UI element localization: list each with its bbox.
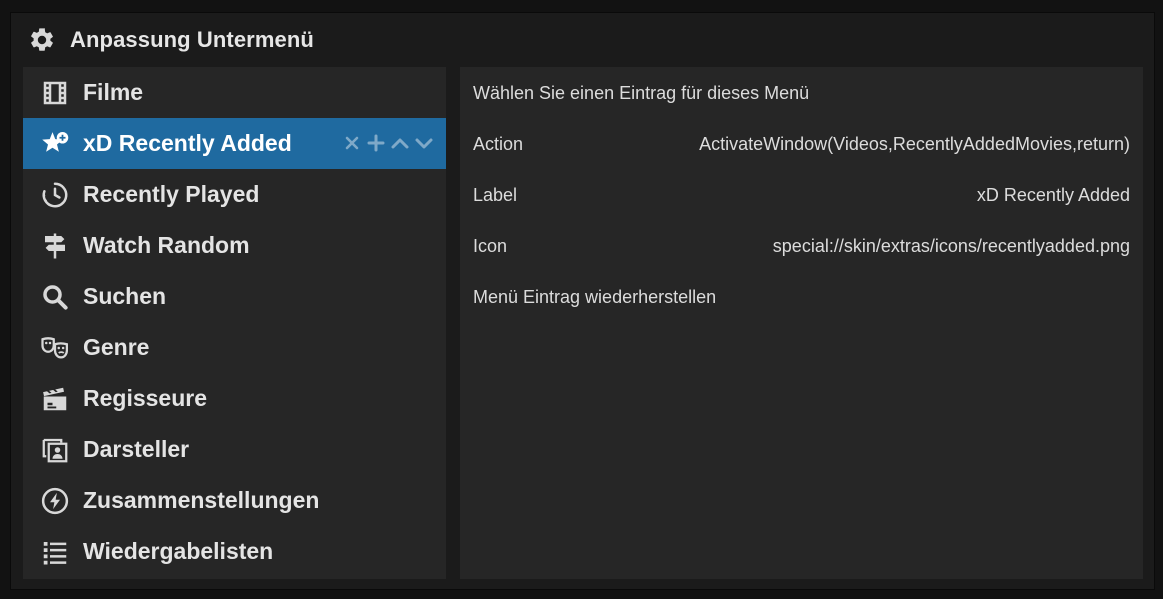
action-label: Action [473, 134, 524, 154]
submenu-dialog: Anpassung Untermenü Filme xD Recently Ad… [10, 12, 1155, 590]
menu-item-regisseure[interactable]: Regisseure [23, 373, 446, 424]
search-icon [43, 285, 68, 310]
menu-item-label: Genre [83, 334, 150, 360]
menu-item-label: Wiedergabelisten [83, 538, 274, 564]
portrait-icon [42, 438, 68, 463]
film-icon [43, 81, 67, 105]
menu-item-recently-played[interactable]: Recently Played [23, 169, 446, 220]
star-plus-icon [42, 132, 69, 152]
menu-item-label: Regisseure [83, 385, 208, 411]
menu-item-label: Recently Played [83, 181, 260, 207]
menu-item-label: Suchen [83, 283, 167, 309]
icon-row[interactable]: Icon special://skin/extras/icons/recentl… [473, 220, 1130, 271]
menu-item-genre[interactable]: Genre [23, 322, 446, 373]
menu-item-label: xD Recently Added [83, 130, 292, 156]
menu-item-filme[interactable]: Filme [23, 67, 446, 118]
label-label: Label [473, 185, 518, 205]
select-entry-label: Wählen Sie einen Eintrag für dieses Menü [473, 83, 810, 103]
list-icon [43, 542, 67, 565]
menu-item-darsteller[interactable]: Darsteller [23, 424, 446, 475]
menu-list: Filme xD Recently Added Recently Played … [23, 67, 446, 579]
menu-item-watch-random[interactable]: Watch Random [23, 220, 446, 271]
restore-entry-button[interactable]: Menü Eintrag wiederherstellen [473, 271, 1130, 322]
menu-item-label: Filme [83, 79, 144, 105]
item-actions [342, 131, 434, 155]
theater-masks-icon [41, 337, 68, 359]
clapperboard-icon [43, 387, 67, 411]
action-value: ActivateWindow(Videos,RecentlyAddedMovie… [699, 134, 1130, 154]
item-details-panel: Wählen Sie einen Eintrag für dieses Menü… [460, 67, 1143, 579]
label-row[interactable]: Label xD Recently Added [473, 169, 1130, 220]
menu-item-zusammenstellungen[interactable]: Zusammenstellungen [23, 475, 446, 526]
plus-icon[interactable] [366, 131, 386, 155]
menu-item-label: Zusammenstellungen [83, 487, 320, 513]
close-icon[interactable] [342, 131, 362, 155]
label-value: xD Recently Added [976, 185, 1130, 205]
icon-label: Icon [473, 236, 508, 256]
restore-entry-label: Menü Eintrag wiederherstellen [473, 287, 717, 307]
chevron-up-icon[interactable] [390, 131, 410, 155]
dialog-titlebar: Anpassung Untermenü [11, 13, 1154, 67]
dialog-title: Anpassung Untermenü [70, 27, 314, 52]
menu-item-label: Darsteller [83, 436, 190, 462]
action-row[interactable]: Action ActivateWindow(Videos,RecentlyAdd… [473, 118, 1130, 169]
history-icon [42, 182, 68, 208]
menu-item-xd-recently-added[interactable]: xD Recently Added [23, 118, 446, 169]
menu-item-suchen[interactable]: Suchen [23, 271, 446, 322]
signpost-icon [45, 233, 65, 259]
icon-value: special://skin/extras/icons/recentlyadde… [772, 236, 1130, 256]
menu-item-label: Watch Random [83, 232, 250, 258]
gear-icon [31, 28, 53, 51]
select-entry-button[interactable]: Wählen Sie einen Eintrag für dieses Menü [473, 67, 1130, 118]
menu-item-wiedergabelisten[interactable]: Wiedergabelisten [23, 526, 446, 577]
lightning-circle-icon [41, 487, 69, 515]
chevron-down-icon[interactable] [414, 131, 434, 155]
